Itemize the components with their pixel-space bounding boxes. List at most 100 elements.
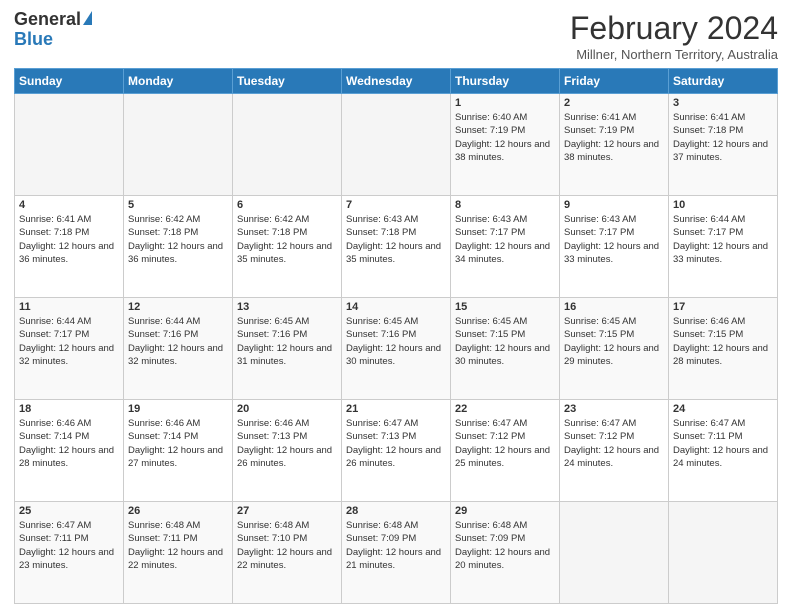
day-number: 9 bbox=[564, 199, 664, 211]
day-info: Sunrise: 6:45 AM Sunset: 7:16 PM Dayligh… bbox=[237, 315, 337, 368]
header: General Blue February 2024 Millner, Nort… bbox=[14, 10, 778, 62]
day-info: Sunrise: 6:48 AM Sunset: 7:10 PM Dayligh… bbox=[237, 519, 337, 572]
day-info: Sunrise: 6:44 AM Sunset: 7:16 PM Dayligh… bbox=[128, 315, 228, 368]
logo-triangle-icon bbox=[83, 11, 92, 25]
table-row: 16 Sunrise: 6:45 AM Sunset: 7:15 PM Dayli… bbox=[560, 298, 669, 400]
day-number: 25 bbox=[19, 505, 119, 517]
logo-blue: Blue bbox=[14, 30, 92, 50]
day-number: 13 bbox=[237, 301, 337, 313]
day-info: Sunrise: 6:43 AM Sunset: 7:17 PM Dayligh… bbox=[455, 213, 555, 266]
col-friday: Friday bbox=[560, 69, 669, 94]
day-number: 29 bbox=[455, 505, 555, 517]
day-info: Sunrise: 6:45 AM Sunset: 7:16 PM Dayligh… bbox=[346, 315, 446, 368]
col-saturday: Saturday bbox=[669, 69, 778, 94]
day-info: Sunrise: 6:47 AM Sunset: 7:13 PM Dayligh… bbox=[346, 417, 446, 470]
page: General Blue February 2024 Millner, Nort… bbox=[0, 0, 792, 612]
table-row: 23Sunrise: 6:47 AM Sunset: 7:12 PM Dayli… bbox=[560, 400, 669, 502]
table-row: 29 Sunrise: 6:48 AM Sunset: 7:09 PM Dayli… bbox=[451, 502, 560, 604]
header-row: Sunday Monday Tuesday Wednesday Thursday… bbox=[15, 69, 778, 94]
table-row: 6 Sunrise: 6:42 AM Sunset: 7:18 PM Daylig… bbox=[233, 196, 342, 298]
day-info: Sunrise: 6:41 AM Sunset: 7:19 PM Dayligh… bbox=[564, 111, 664, 164]
day-info: Sunrise: 6:43 AM Sunset: 7:17 PM Dayligh… bbox=[564, 213, 664, 266]
day-number: 12 bbox=[128, 301, 228, 313]
table-row: 4 Sunrise: 6:41 AM Sunset: 7:18 PM Daylig… bbox=[15, 196, 124, 298]
table-row bbox=[233, 94, 342, 196]
table-row: 15 Sunrise: 6:45 AM Sunset: 7:15 PM Dayli… bbox=[451, 298, 560, 400]
day-info: Sunrise: 6:44 AM Sunset: 7:17 PM Dayligh… bbox=[19, 315, 119, 368]
day-info: Sunrise: 6:41 AM Sunset: 7:18 PM Dayligh… bbox=[19, 213, 119, 266]
day-info: Sunrise: 6:46 AM Sunset: 7:13 PM Dayligh… bbox=[237, 417, 337, 470]
day-info: Sunrise: 6:42 AM Sunset: 7:18 PM Dayligh… bbox=[128, 213, 228, 266]
table-row: 28 Sunrise: 6:48 AM Sunset: 7:09 PM Dayli… bbox=[342, 502, 451, 604]
logo: General Blue bbox=[14, 10, 92, 50]
logo-general: General bbox=[14, 10, 81, 30]
location: Millner, Northern Territory, Australia bbox=[570, 47, 778, 62]
table-row bbox=[560, 502, 669, 604]
table-row: 8 Sunrise: 6:43 AM Sunset: 7:17 PM Daylig… bbox=[451, 196, 560, 298]
calendar-table: Sunday Monday Tuesday Wednesday Thursday… bbox=[14, 68, 778, 604]
table-row: 13 Sunrise: 6:45 AM Sunset: 7:16 PM Dayli… bbox=[233, 298, 342, 400]
week-row-0: 1Sunrise: 6:40 AM Sunset: 7:19 PM Daylig… bbox=[15, 94, 778, 196]
day-number: 4 bbox=[19, 199, 119, 211]
day-info: Sunrise: 6:48 AM Sunset: 7:09 PM Dayligh… bbox=[455, 519, 555, 572]
day-info: Sunrise: 6:41 AM Sunset: 7:18 PM Dayligh… bbox=[673, 111, 773, 164]
day-number: 20 bbox=[237, 403, 337, 415]
day-number: 8 bbox=[455, 199, 555, 211]
day-info: Sunrise: 6:45 AM Sunset: 7:15 PM Dayligh… bbox=[455, 315, 555, 368]
table-row: 22 Sunrise: 6:47 AM Sunset: 7:12 PM Dayli… bbox=[451, 400, 560, 502]
table-row: 7 Sunrise: 6:43 AM Sunset: 7:18 PM Daylig… bbox=[342, 196, 451, 298]
day-number: 2 bbox=[564, 97, 664, 109]
table-row: 11 Sunrise: 6:44 AM Sunset: 7:17 PM Dayli… bbox=[15, 298, 124, 400]
day-info: Sunrise: 6:42 AM Sunset: 7:18 PM Dayligh… bbox=[237, 213, 337, 266]
day-number: 24 bbox=[673, 403, 773, 415]
table-row: 5 Sunrise: 6:42 AM Sunset: 7:18 PM Daylig… bbox=[124, 196, 233, 298]
day-number: 15 bbox=[455, 301, 555, 313]
day-info: Sunrise: 6:48 AM Sunset: 7:11 PM Dayligh… bbox=[128, 519, 228, 572]
day-number: 11 bbox=[19, 301, 119, 313]
day-number: 26 bbox=[128, 505, 228, 517]
day-number: 18 bbox=[19, 403, 119, 415]
table-row: 24Sunrise: 6:47 AM Sunset: 7:11 PM Dayli… bbox=[669, 400, 778, 502]
table-row: 12 Sunrise: 6:44 AM Sunset: 7:16 PM Dayli… bbox=[124, 298, 233, 400]
day-number: 1 bbox=[455, 97, 555, 109]
table-row: 17 Sunrise: 6:46 AM Sunset: 7:15 PM Dayli… bbox=[669, 298, 778, 400]
day-number: 6 bbox=[237, 199, 337, 211]
day-number: 14 bbox=[346, 301, 446, 313]
day-number: 21 bbox=[346, 403, 446, 415]
day-info: Sunrise: 6:48 AM Sunset: 7:09 PM Dayligh… bbox=[346, 519, 446, 572]
table-row: 19 Sunrise: 6:46 AM Sunset: 7:14 PM Dayli… bbox=[124, 400, 233, 502]
day-number: 19 bbox=[128, 403, 228, 415]
day-info: Sunrise: 6:46 AM Sunset: 7:14 PM Dayligh… bbox=[19, 417, 119, 470]
title-area: February 2024 Millner, Northern Territor… bbox=[570, 10, 778, 62]
day-number: 10 bbox=[673, 199, 773, 211]
day-info: Sunrise: 6:46 AM Sunset: 7:14 PM Dayligh… bbox=[128, 417, 228, 470]
table-row: 9 Sunrise: 6:43 AM Sunset: 7:17 PM Daylig… bbox=[560, 196, 669, 298]
day-number: 28 bbox=[346, 505, 446, 517]
day-number: 27 bbox=[237, 505, 337, 517]
day-number: 17 bbox=[673, 301, 773, 313]
table-row: 1Sunrise: 6:40 AM Sunset: 7:19 PM Daylig… bbox=[451, 94, 560, 196]
day-info: Sunrise: 6:47 AM Sunset: 7:12 PM Dayligh… bbox=[455, 417, 555, 470]
table-row: 20 Sunrise: 6:46 AM Sunset: 7:13 PM Dayli… bbox=[233, 400, 342, 502]
table-row: 21 Sunrise: 6:47 AM Sunset: 7:13 PM Dayli… bbox=[342, 400, 451, 502]
day-info: Sunrise: 6:43 AM Sunset: 7:18 PM Dayligh… bbox=[346, 213, 446, 266]
table-row: 14 Sunrise: 6:45 AM Sunset: 7:16 PM Dayli… bbox=[342, 298, 451, 400]
day-number: 7 bbox=[346, 199, 446, 211]
table-row: 18 Sunrise: 6:46 AM Sunset: 7:14 PM Dayli… bbox=[15, 400, 124, 502]
day-number: 22 bbox=[455, 403, 555, 415]
col-thursday: Thursday bbox=[451, 69, 560, 94]
day-info: Sunrise: 6:45 AM Sunset: 7:15 PM Dayligh… bbox=[564, 315, 664, 368]
week-row-1: 4 Sunrise: 6:41 AM Sunset: 7:18 PM Daylig… bbox=[15, 196, 778, 298]
table-row: 2 Sunrise: 6:41 AM Sunset: 7:19 PM Daylig… bbox=[560, 94, 669, 196]
week-row-3: 18 Sunrise: 6:46 AM Sunset: 7:14 PM Dayli… bbox=[15, 400, 778, 502]
week-row-2: 11 Sunrise: 6:44 AM Sunset: 7:17 PM Dayli… bbox=[15, 298, 778, 400]
month-title: February 2024 bbox=[570, 10, 778, 47]
table-row: 3Sunrise: 6:41 AM Sunset: 7:18 PM Daylig… bbox=[669, 94, 778, 196]
day-info: Sunrise: 6:46 AM Sunset: 7:15 PM Dayligh… bbox=[673, 315, 773, 368]
table-row: 26 Sunrise: 6:48 AM Sunset: 7:11 PM Dayli… bbox=[124, 502, 233, 604]
table-row bbox=[342, 94, 451, 196]
day-number: 16 bbox=[564, 301, 664, 313]
day-info: Sunrise: 6:47 AM Sunset: 7:11 PM Dayligh… bbox=[19, 519, 119, 572]
day-number: 23 bbox=[564, 403, 664, 415]
day-number: 5 bbox=[128, 199, 228, 211]
